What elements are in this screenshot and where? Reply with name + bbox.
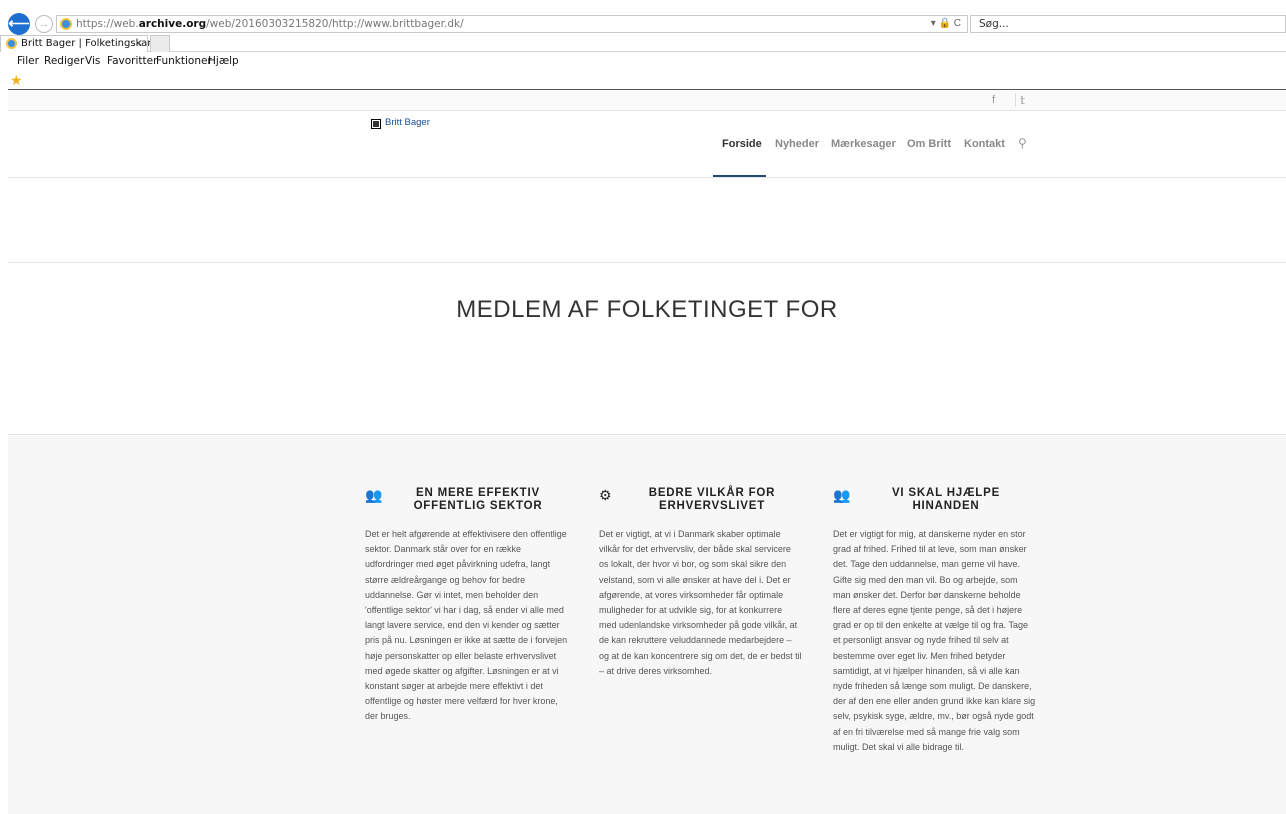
gear-icon: ⚙ xyxy=(599,487,612,503)
divider xyxy=(8,262,1286,263)
nav-om-britt[interactable]: Om Britt xyxy=(907,138,951,150)
tab-bar: Britt Bager | Folketingskand... × xyxy=(0,35,1286,52)
divider xyxy=(1015,93,1016,107)
feature-title-line1: BEDRE VILKÅR FOR xyxy=(648,487,776,499)
facebook-icon[interactable]: f xyxy=(992,94,995,106)
feature-column: ⚙ BEDRE VILKÅR FOR ERHVERVSLIVET Det er … xyxy=(599,487,802,679)
menu-filer[interactable]: Filer xyxy=(17,55,39,67)
users-icon: 👥 xyxy=(365,487,383,503)
back-button[interactable]: ⟵ xyxy=(8,13,30,35)
close-icon[interactable]: × xyxy=(135,36,143,51)
ie-icon xyxy=(60,18,72,30)
browser-address-bar: ⟵ → https://web.archive.org/web/20160303… xyxy=(0,0,1286,35)
feature-heading: 👥 VI SKAL HJÆLPE HINANDEN xyxy=(833,487,1036,517)
divider xyxy=(8,434,1286,435)
hero-title: MEDLEM AF FOLKETINGET FOR xyxy=(456,296,838,323)
feature-text: Det er helt afgørende at effektivisere d… xyxy=(365,529,568,722)
nav-kontakt[interactable]: Kontakt xyxy=(964,138,1005,150)
broken-image-icon[interactable] xyxy=(371,119,381,129)
menu-funktioner[interactable]: Funktioner xyxy=(156,55,212,67)
new-tab-button[interactable] xyxy=(150,35,170,52)
menu-hjaelp[interactable]: Hjælp xyxy=(208,55,239,67)
nav-nyheder[interactable]: Nyheder xyxy=(775,138,819,150)
menu-rediger[interactable]: Rediger xyxy=(44,55,84,67)
divider xyxy=(8,177,1286,178)
site-top-strip: f 𝕥 xyxy=(8,90,1286,111)
feature-title-line2: ERHVERVSLIVET xyxy=(658,500,766,512)
feature-text: Det er vigtigt for mig, at danskerne nyd… xyxy=(833,529,1036,752)
search-icon[interactable]: ⚲ xyxy=(1018,136,1027,150)
feature-heading: ⚙ BEDRE VILKÅR FOR ERHVERVSLIVET xyxy=(599,487,802,517)
feature-title-line1: VI SKAL HJÆLPE xyxy=(891,487,1001,499)
nav-forside[interactable]: Forside xyxy=(722,138,762,150)
feature-column: 👥 VI SKAL HJÆLPE HINANDEN Det er vigtigt… xyxy=(833,487,1036,755)
forward-button[interactable]: → xyxy=(35,15,53,33)
menu-vis[interactable]: Vis xyxy=(85,55,100,67)
feature-title-line2: HINANDEN xyxy=(912,500,980,512)
twitter-icon[interactable]: 𝕥 xyxy=(1020,94,1025,107)
feature-text: Det er vigtigt, at vi i Danmark skaber o… xyxy=(599,529,802,676)
url-field[interactable]: https://web.archive.org/web/201603032158… xyxy=(56,15,968,33)
tab-active[interactable]: Britt Bager | Folketingskand... × xyxy=(0,35,170,52)
url-text: https://web.archive.org/web/201603032158… xyxy=(76,18,464,30)
menu-favoritter[interactable]: Favoritter xyxy=(107,55,157,67)
feature-column: 👥 EN MERE EFFEKTIV OFFENTLIG SEKTOR Det … xyxy=(365,487,568,725)
browser-search-input[interactable]: Søg... xyxy=(970,15,1286,33)
users-icon: 👥 xyxy=(833,487,851,503)
favorites-star-icon[interactable]: ★ xyxy=(10,72,23,89)
ie-icon xyxy=(6,38,17,49)
feature-heading: 👥 EN MERE EFFEKTIV OFFENTLIG SEKTOR xyxy=(365,487,568,517)
feature-title-line2: OFFENTLIG SEKTOR xyxy=(413,500,543,512)
feature-title-line1: EN MERE EFFEKTIV xyxy=(416,487,540,499)
nav-maerkesager[interactable]: Mærkesager xyxy=(831,138,896,150)
url-tools[interactable]: ▾ 🔒 C xyxy=(931,18,961,29)
site-logo[interactable]: Britt Bager xyxy=(385,117,430,128)
tab-title: Britt Bager | Folketingskand... xyxy=(21,38,170,49)
